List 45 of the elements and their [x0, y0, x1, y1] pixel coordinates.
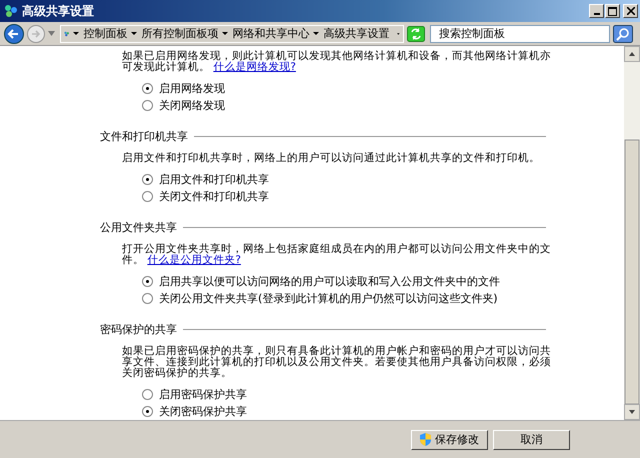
radio-button[interactable]	[142, 276, 153, 287]
search-field[interactable]: 搜索控制面板	[430, 24, 610, 42]
breadcrumb-item[interactable]: 控制面板	[73, 26, 128, 41]
minimize-button[interactable]	[589, 4, 604, 18]
radio-label[interactable]: 启用文件和打印机共享	[159, 172, 269, 187]
radio-button[interactable]	[142, 389, 153, 400]
refresh-button[interactable]	[407, 26, 425, 42]
maximize-button[interactable]	[605, 4, 620, 18]
description-text: 打开公用文件夹共享时，网络上包括家庭组成员在内的用户都可以访问公用文件夹中的文件。 什么是公用文件夹?	[122, 244, 552, 266]
description-text: 如果已启用密码保护的共享，则只有具备此计算机的用户帐户和密码的用户才可以访问共享文件、连接到此计算机的打印机以及公用文件夹。若要使其他用户具备访问权限，必须关闭密码保护的共享。	[122, 346, 552, 379]
breadcrumb-item[interactable]: 网络和共享中心	[222, 26, 310, 41]
breadcrumb-item[interactable]: 所有控制面板项	[131, 26, 218, 41]
radio-label[interactable]: 关闭公用文件夹共享(登录到此计算机的用户仍然可以访问这些文件夹)	[159, 291, 498, 306]
radio-label[interactable]: 关闭网络发现	[159, 98, 225, 113]
maximize-icon	[608, 6, 617, 16]
section-heading: 文件和打印机共享	[100, 128, 188, 144]
dropdown-icon[interactable]	[397, 32, 400, 36]
description-text: 如果已启用网络发现，则此计算机可以发现其他网络计算机和设备，而其他网络计算机亦可发现此计算机。 什么是网络发现?	[122, 51, 552, 73]
back-button[interactable]	[4, 24, 24, 44]
radio-label[interactable]: 启用共享以便可以访问网络的用户可以读取和写入公用文件夹中的文件	[159, 274, 500, 289]
cancel-button[interactable]: 取消	[493, 430, 570, 450]
close-icon	[626, 7, 634, 15]
radio-button[interactable]	[142, 83, 153, 94]
radio-button[interactable]	[142, 406, 153, 417]
radio-label[interactable]: 关闭文件和打印机共享	[159, 189, 269, 204]
description-text: 启用文件和打印机共享时，网络上的用户可以访问通过此计算机共享的文件和打印机。	[122, 153, 541, 164]
radio-button[interactable]	[142, 293, 153, 304]
radio-button[interactable]	[142, 100, 153, 111]
shield-icon	[420, 433, 431, 446]
radio-button[interactable]	[142, 174, 153, 185]
radio-label[interactable]: 关闭密码保护共享	[159, 404, 247, 419]
close-button[interactable]	[623, 4, 638, 18]
help-link[interactable]: 什么是网络发现?	[213, 61, 296, 73]
search-icon[interactable]	[613, 24, 633, 42]
radio-label[interactable]: 启用密码保护共享	[159, 387, 247, 402]
radio-label[interactable]: 启用网络发现	[159, 81, 225, 96]
network-icon	[4, 4, 18, 18]
scrollbar[interactable]	[624, 46, 640, 420]
radio-button[interactable]	[142, 191, 153, 202]
breadcrumb-item[interactable]: 高级共享设置	[313, 26, 390, 41]
section-heading: 公用文件夹共享	[100, 220, 177, 234]
section-heading: 密码保护的共享	[100, 322, 177, 336]
save-button[interactable]: 保存修改	[411, 430, 488, 450]
help-link[interactable]: 什么是公用文件夹?	[147, 254, 241, 266]
window-title: 高级共享设置	[22, 2, 95, 20]
